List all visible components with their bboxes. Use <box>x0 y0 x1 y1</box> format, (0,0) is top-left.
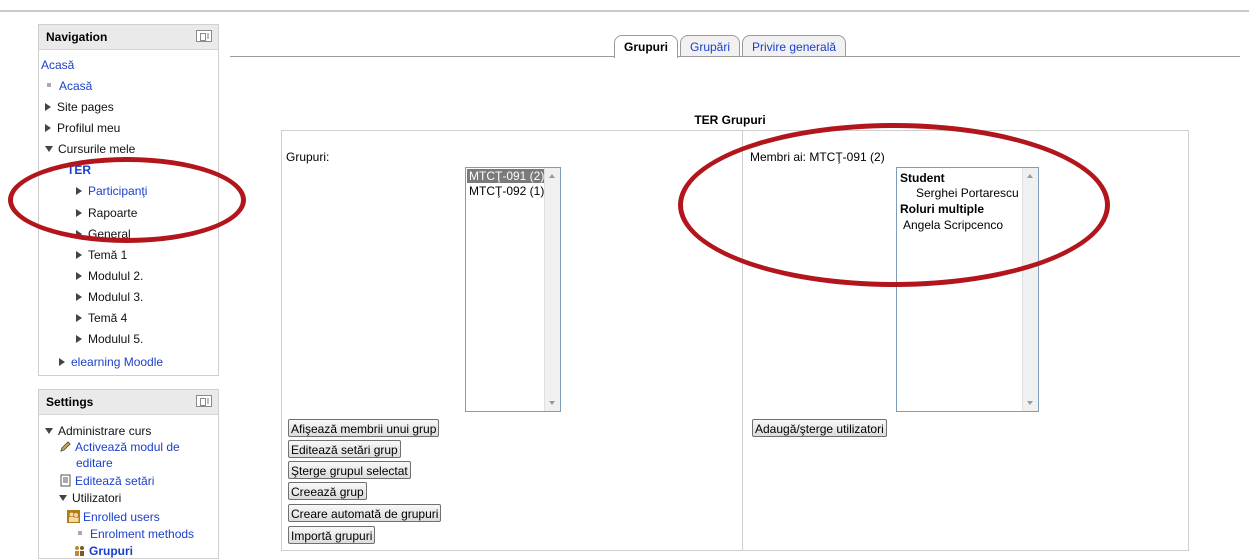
expand-arrow-icon <box>76 272 82 280</box>
nav-item-general[interactable]: General <box>76 227 131 241</box>
tab-privire-generala[interactable]: Privire generală <box>742 35 847 57</box>
collapse-arrow-icon <box>59 495 67 501</box>
top-divider <box>0 10 1249 12</box>
member-option[interactable]: Angela Scripcenco <box>898 218 1005 232</box>
settings-item-users[interactable]: Utilizatori <box>59 491 121 505</box>
nav-item-modulul-3[interactable]: Modulul 3. <box>76 290 143 304</box>
collapse-arrow-icon <box>45 428 53 434</box>
expand-arrow-icon <box>76 209 82 217</box>
tab-grupari[interactable]: Grupări <box>680 35 741 57</box>
show-group-members-button[interactable]: Afişează membrii unui grup <box>288 419 440 437</box>
edit-group-settings-button[interactable]: Editează setări grup <box>288 440 401 458</box>
settings-block-header: Settings <box>39 390 218 415</box>
expand-arrow-icon <box>76 335 82 343</box>
group-option-mtct-091[interactable]: MTCŢ-091 (2) <box>467 169 547 183</box>
navigation-title: Navigation <box>46 30 108 44</box>
scrollbar[interactable] <box>544 168 560 411</box>
expand-arrow-icon <box>76 314 82 322</box>
members-label: Membri ai: MTCŢ-091 (2) <box>750 150 885 164</box>
member-option[interactable]: Serghei Portarescu <box>898 186 1021 200</box>
settings-item-enrolment-methods[interactable]: Enrolment methods <box>76 527 194 541</box>
nav-item-my-courses[interactable]: Cursurile mele <box>45 142 135 156</box>
delete-selected-group-button[interactable]: Şterge grupul selectat <box>288 461 411 479</box>
tabs-underline <box>230 56 1240 57</box>
expand-arrow-icon <box>59 358 65 366</box>
scrollbar[interactable] <box>1022 168 1038 411</box>
settings-item-editing-mode[interactable]: Activează modul de <box>59 440 180 454</box>
dock-icon[interactable] <box>196 30 212 42</box>
navigation-block: Navigation <box>38 24 219 376</box>
group-icon <box>73 544 86 557</box>
group-tabs: Grupuri Grupări Privire generală <box>614 35 848 58</box>
expand-arrow-icon <box>76 230 82 238</box>
panel-divider <box>742 130 743 551</box>
nav-item-modulul-5[interactable]: Modulul 5. <box>76 332 143 346</box>
group-option-mtct-092[interactable]: MTCŢ-092 (1) <box>467 184 546 198</box>
expand-arrow-icon <box>76 293 82 301</box>
nav-home-link[interactable]: Acasă <box>41 58 74 72</box>
tab-grupuri[interactable]: Grupuri <box>614 35 678 58</box>
document-icon <box>59 474 72 487</box>
settings-title: Settings <box>46 395 94 409</box>
scroll-down-icon <box>1027 401 1033 405</box>
settings-item-edit-settings[interactable]: Editează setări <box>59 474 154 488</box>
nav-item-elearning-moodle[interactable]: elearning Moodle <box>59 355 163 369</box>
users-icon <box>67 510 80 523</box>
role-group-multiple: Roluri multiple <box>900 202 984 216</box>
auto-create-groups-button[interactable]: Creare automată de grupuri <box>288 504 442 522</box>
pencil-icon <box>59 440 72 453</box>
nav-item-course-ter[interactable]: TER <box>67 163 91 177</box>
bullet-icon <box>78 531 82 535</box>
collapse-arrow-icon <box>45 146 53 152</box>
nav-item-modulul-2[interactable]: Modulul 2. <box>76 269 143 283</box>
page-title: TER Grupuri <box>694 113 766 127</box>
expand-arrow-icon <box>76 187 82 195</box>
add-remove-users-button[interactable]: Adaugă/şterge utilizatori <box>752 419 887 437</box>
members-listbox[interactable]: Student Serghei Portarescu Roluri multip… <box>896 167 1039 412</box>
nav-item-tema-1[interactable]: Temă 1 <box>76 248 127 262</box>
navigation-block-header: Navigation <box>39 25 218 50</box>
groups-label: Grupuri: <box>286 150 330 164</box>
settings-item-editing-mode-cont[interactable]: editare <box>76 456 113 470</box>
nav-item-tema-4[interactable]: Temă 4 <box>76 311 127 325</box>
nav-item-acasa[interactable]: Acasă <box>45 79 92 93</box>
groups-panel <box>281 130 1189 551</box>
settings-item-course-admin[interactable]: Administrare curs <box>45 424 151 438</box>
settings-item-enrolled-users[interactable]: Enrolled users <box>67 510 160 524</box>
scroll-up-icon <box>549 174 555 178</box>
scroll-down-icon <box>549 401 555 405</box>
dock-icon[interactable] <box>196 395 212 407</box>
nav-item-site-pages[interactable]: Site pages <box>45 100 114 114</box>
scroll-up-icon <box>1027 174 1033 178</box>
groups-listbox[interactable]: MTCŢ-091 (2) MTCŢ-092 (1) <box>465 167 561 412</box>
bullet-icon <box>47 83 51 87</box>
nav-item-reports[interactable]: Rapoarte <box>76 206 137 220</box>
import-groups-button[interactable]: Importă grupuri <box>288 526 376 544</box>
role-group-student: Student <box>900 171 945 185</box>
nav-item-participants[interactable]: Participanţi <box>76 184 147 198</box>
create-group-button[interactable]: Creează grup <box>288 482 367 500</box>
expand-arrow-icon <box>45 103 51 111</box>
expand-arrow-icon <box>76 251 82 259</box>
